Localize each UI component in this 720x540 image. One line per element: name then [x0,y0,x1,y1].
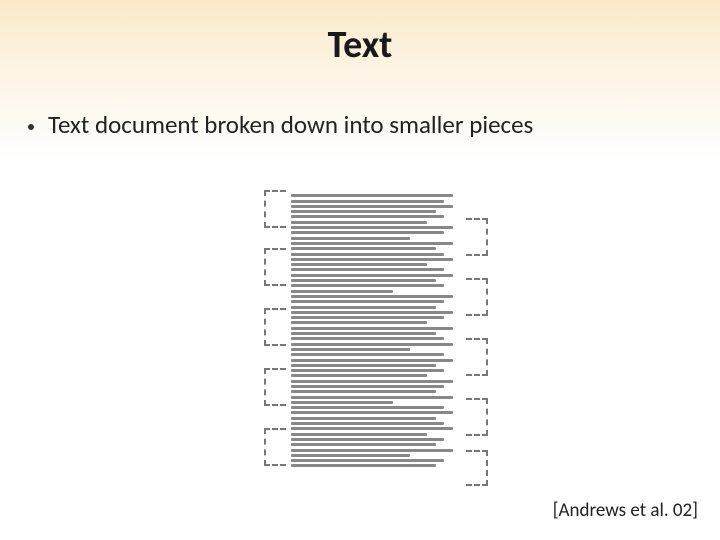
bullet-text: Text document broken down into smaller p… [48,110,533,140]
doc-text-line [291,316,444,319]
doc-text-line [291,274,453,277]
bullet-item: Text document broken down into smaller p… [0,110,720,140]
doc-text-line [291,396,453,399]
doc-text-line [291,210,436,213]
doc-text-line [291,359,453,362]
doc-text-line [291,327,453,330]
doc-text-line [291,433,427,436]
doc-text-line [291,374,427,377]
doc-text-line [291,295,453,298]
doc-text-line [291,380,453,383]
document-body [288,190,464,490]
segment-bracket [466,450,488,486]
segment-bracket [466,398,488,436]
segment-bracket [264,368,286,406]
doc-text-line [291,247,436,250]
doc-text-line [291,221,427,224]
doc-text-line [291,343,453,346]
doc-text-line [291,406,444,409]
doc-text-line [291,268,444,271]
segment-bracket [264,248,286,286]
doc-text-line [291,438,444,441]
doc-text-line [291,231,444,234]
doc-text-line [291,385,444,388]
doc-text-line [291,311,453,314]
doc-text-line [291,215,444,218]
doc-text-line [291,449,453,452]
doc-text-line [291,306,436,309]
doc-text-line [291,321,427,324]
citation-label: [Andrews et al. 02] [553,499,698,522]
doc-text-line [291,348,410,351]
doc-text-line [291,401,393,404]
doc-text-line [291,459,444,462]
doc-text-line [291,258,453,261]
doc-text-line [291,427,453,430]
doc-text-line [291,353,444,356]
segment-bracket [466,218,488,256]
doc-text-line [291,300,444,303]
doc-text-line [291,390,436,393]
doc-text-line [291,279,436,282]
doc-text-line [291,226,453,229]
doc-text-line [291,205,453,208]
doc-text-line [291,290,393,293]
doc-text-line [291,200,444,203]
doc-text-line [291,411,453,414]
doc-text-line [291,422,444,425]
segment-bracket [466,338,488,376]
doc-text-line [291,194,453,197]
doc-text-line [291,464,436,467]
doc-text-line [291,443,436,446]
doc-text-line [291,284,444,287]
document-segmentation-figure [260,190,500,490]
segment-bracket [264,190,286,228]
doc-text-line [291,253,444,256]
doc-text-line [291,242,453,245]
doc-text-line [291,369,444,372]
bullet-icon [28,124,34,130]
doc-text-line [291,337,444,340]
doc-text-line [291,332,436,335]
slide-title: Text [0,0,720,68]
segment-bracket [264,428,286,466]
doc-text-line [291,364,436,367]
doc-text-line [291,237,410,240]
segment-bracket [466,278,488,316]
segment-bracket [264,308,286,346]
doc-text-line [291,263,427,266]
doc-text-line [291,417,436,420]
doc-text-line [291,454,410,457]
